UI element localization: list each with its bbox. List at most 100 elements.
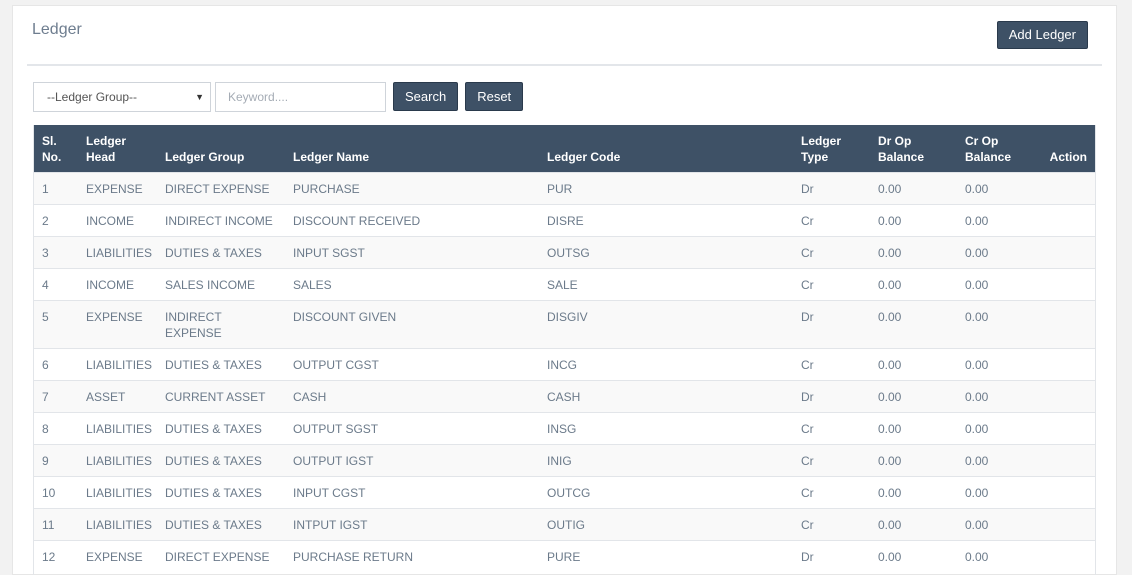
cell-ledger-code: PURE: [538, 540, 792, 572]
cell-ledger-name: DISCOUNT GIVEN: [284, 300, 538, 349]
cell-sl-no: 11: [33, 508, 77, 541]
cell-ledger-name: CASH: [284, 380, 538, 413]
cell-cr-op-balance: 0.00: [956, 444, 1032, 477]
cell-cr-op-balance: 0.00: [956, 348, 1032, 381]
cell-ledger-type: Cr: [792, 444, 869, 477]
cell-action: [1032, 300, 1096, 349]
ledger-table-body: 1 EXPENSE DIRECT EXPENSE PURCHASE PUR Dr 0.00 0…: [33, 172, 1096, 572]
chevron-down-icon: ▼: [195, 92, 204, 102]
cell-sl-no: 4: [33, 268, 77, 301]
table-row: 6 LIABILITIES DUTIES & TAXES OUTPUT CGST INC…: [33, 348, 1096, 381]
cell-cr-op-balance: 0.00: [956, 540, 1032, 572]
cell-ledger-head: LIABILITIES: [77, 508, 156, 541]
cell-sl-no: 12: [33, 540, 77, 572]
col-header-ledger-head: Ledger Head: [86, 134, 127, 164]
filter-bar: --Ledger Group-- ▼ Search Reset: [33, 82, 524, 112]
table-row: 5 EXPENSE INDIRECT EXPENSE DISCOUNT GIVEN DI…: [33, 300, 1096, 349]
col-header-ledger-name: Ledger Name: [293, 150, 370, 164]
cell-dr-op-balance: 0.00: [869, 412, 956, 445]
cell-action: [1032, 540, 1096, 572]
cell-ledger-type: Cr: [792, 204, 869, 237]
ledger-group-select-value: --Ledger Group--: [47, 90, 138, 104]
cell-dr-op-balance: 0.00: [869, 476, 956, 509]
ledger-group-select[interactable]: --Ledger Group-- ▼: [33, 82, 211, 112]
cell-action: [1032, 348, 1096, 381]
cell-ledger-code: INIG: [538, 444, 792, 477]
cell-ledger-head: INCOME: [77, 204, 156, 237]
cell-ledger-head: LIABILITIES: [77, 348, 156, 381]
cell-ledger-type: Cr: [792, 268, 869, 301]
cell-ledger-group: SALES INCOME: [156, 268, 284, 301]
page-title: Ledger: [32, 21, 82, 38]
reset-button[interactable]: Reset: [465, 82, 524, 111]
keyword-input[interactable]: [215, 82, 386, 112]
cell-ledger-head: ASSET: [77, 380, 156, 413]
cell-ledger-code: DISGIV: [538, 300, 792, 349]
cell-cr-op-balance: 0.00: [956, 508, 1032, 541]
col-header-ledger-group: Ledger Group: [165, 150, 245, 164]
cell-action: [1032, 380, 1096, 413]
cell-ledger-group: DUTIES & TAXES: [156, 444, 284, 477]
cell-dr-op-balance: 0.00: [869, 348, 956, 381]
cell-dr-op-balance: 0.00: [869, 236, 956, 269]
cell-dr-op-balance: 0.00: [869, 172, 956, 205]
cell-ledger-code: INSG: [538, 412, 792, 445]
cell-dr-op-balance: 0.00: [869, 444, 956, 477]
table-row: 7 ASSET CURRENT ASSET CASH CASH Dr 0.00 0.00: [33, 380, 1096, 413]
cell-action: [1032, 508, 1096, 541]
cell-ledger-type: Cr: [792, 348, 869, 381]
cell-ledger-name: INPUT CGST: [284, 476, 538, 509]
cell-cr-op-balance: 0.00: [956, 380, 1032, 413]
table-row: 2 INCOME INDIRECT INCOME DISCOUNT RECEIVED D…: [33, 204, 1096, 237]
cell-ledger-type: Cr: [792, 412, 869, 445]
cell-cr-op-balance: 0.00: [956, 172, 1032, 205]
cell-sl-no: 7: [33, 380, 77, 413]
cell-ledger-head: LIABILITIES: [77, 476, 156, 509]
cell-ledger-type: Cr: [792, 508, 869, 541]
table-header-row: Sl. No. Ledger Head Ledger Group Ledger Na…: [33, 125, 1096, 173]
cell-ledger-name: PURCHASE RETURN: [284, 540, 538, 572]
cell-ledger-code: DISRE: [538, 204, 792, 237]
cell-ledger-code: OUTSG: [538, 236, 792, 269]
cell-ledger-group: DUTIES & TAXES: [156, 412, 284, 445]
table-row: 9 LIABILITIES DUTIES & TAXES OUTPUT IGST INI…: [33, 444, 1096, 477]
cell-action: [1032, 268, 1096, 301]
cell-ledger-code: SALE: [538, 268, 792, 301]
table-row: 4 INCOME SALES INCOME SALES SALE Cr 0.00 0.00: [33, 268, 1096, 301]
cell-ledger-code: OUTIG: [538, 508, 792, 541]
col-header-cr-op-balance: Cr Op Balance: [965, 134, 1012, 164]
cell-sl-no: 2: [33, 204, 77, 237]
cell-ledger-head: LIABILITIES: [77, 412, 156, 445]
cell-ledger-group: CURRENT ASSET: [156, 380, 284, 413]
cell-ledger-code: INCG: [538, 348, 792, 381]
cell-ledger-group: DIRECT EXPENSE: [156, 540, 284, 572]
table-row: 3 LIABILITIES DUTIES & TAXES INPUT SGST OUTS…: [33, 236, 1096, 269]
cell-ledger-group: INDIRECT EXPENSE: [156, 300, 284, 349]
cell-ledger-type: Cr: [792, 476, 869, 509]
cell-ledger-type: Dr: [792, 300, 869, 349]
cell-dr-op-balance: 0.00: [869, 508, 956, 541]
cell-sl-no: 9: [33, 444, 77, 477]
cell-ledger-name: OUTPUT IGST: [284, 444, 538, 477]
cell-action: [1032, 476, 1096, 509]
cell-sl-no: 8: [33, 412, 77, 445]
cell-ledger-head: EXPENSE: [77, 300, 156, 349]
cell-ledger-name: INPUT SGST: [284, 236, 538, 269]
cell-ledger-code: CASH: [538, 380, 792, 413]
cell-ledger-code: PUR: [538, 172, 792, 205]
cell-ledger-name: OUTPUT CGST: [284, 348, 538, 381]
ledger-table: Sl. No. Ledger Head Ledger Group Ledger Na…: [33, 125, 1096, 572]
cell-cr-op-balance: 0.00: [956, 300, 1032, 349]
cell-ledger-group: DUTIES & TAXES: [156, 236, 284, 269]
cell-ledger-group: DUTIES & TAXES: [156, 508, 284, 541]
col-header-action: Action: [1049, 150, 1087, 164]
cell-sl-no: 10: [33, 476, 77, 509]
search-button[interactable]: Search: [393, 82, 459, 111]
cell-ledger-head: INCOME: [77, 268, 156, 301]
cell-ledger-type: Dr: [792, 172, 869, 205]
add-ledger-button[interactable]: Add Ledger: [996, 21, 1088, 49]
cell-cr-op-balance: 0.00: [956, 204, 1032, 237]
cell-ledger-head: LIABILITIES: [77, 236, 156, 269]
cell-ledger-name: PURCHASE: [284, 172, 538, 205]
cell-ledger-head: EXPENSE: [77, 540, 156, 572]
